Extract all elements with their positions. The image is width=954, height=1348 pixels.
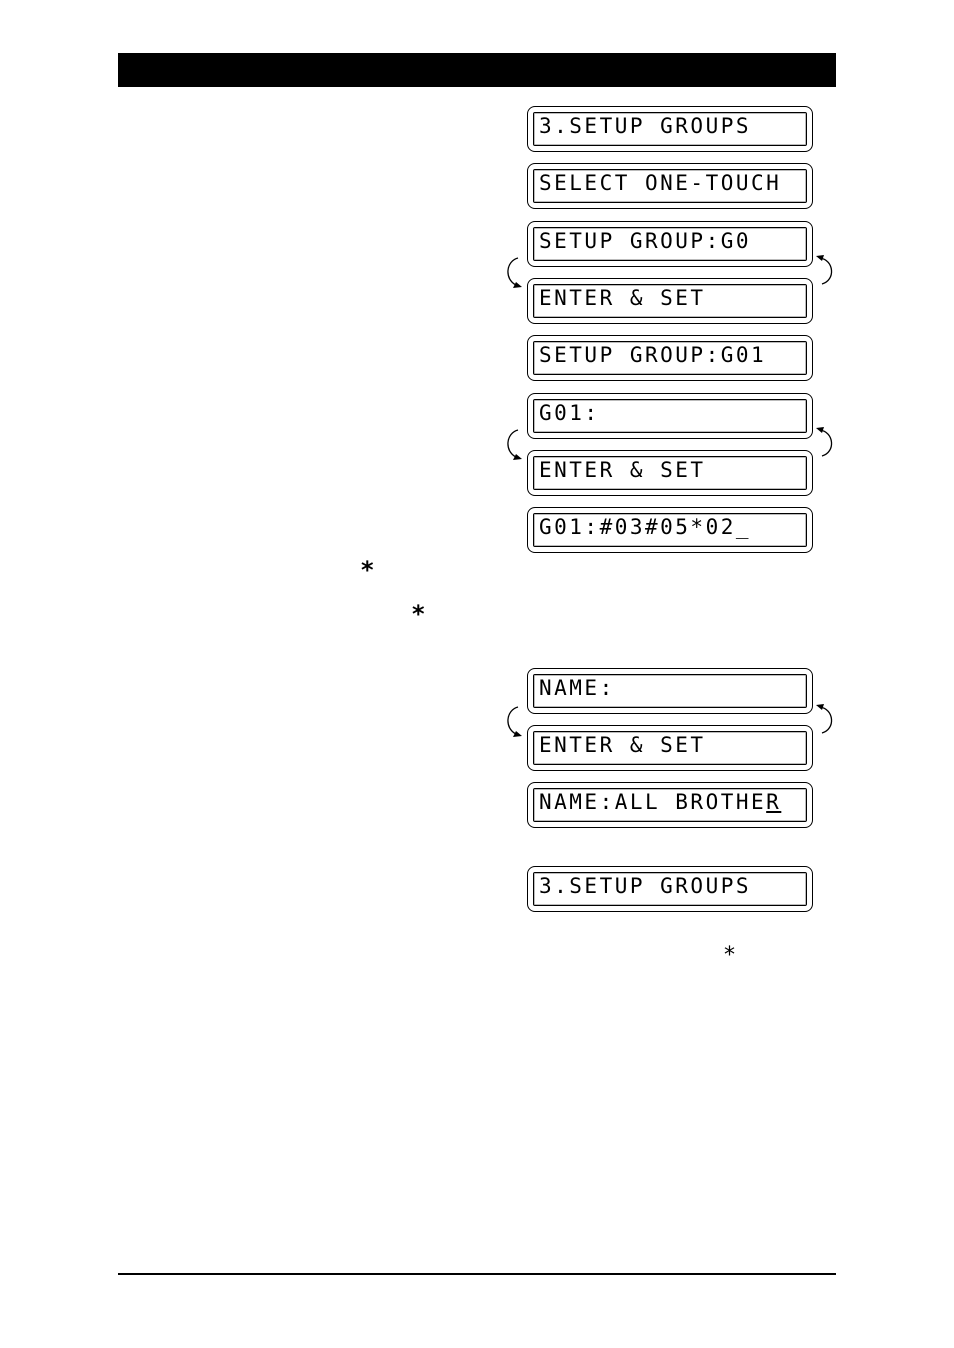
lcd-text-main: NAME:ALL BROTHE [539, 790, 767, 814]
lcd-display: G01: [527, 393, 813, 439]
lcd-text: ENTER & SET [539, 733, 706, 757]
lcd-display: ENTER & SET [527, 278, 813, 324]
alternate-loop-right-icon [816, 704, 833, 734]
lcd-text: ENTER & SET [539, 286, 706, 310]
lcd-display: SETUP GROUP:G0 [527, 221, 813, 267]
lcd-text: G01: [539, 401, 600, 425]
lcd-display: ENTER & SET [527, 725, 813, 771]
footer-rule [118, 1273, 836, 1275]
lcd-display: SETUP GROUP:G01 [527, 335, 813, 381]
alternate-loop-right-icon [816, 255, 833, 285]
lcd-display: ENTER & SET [527, 450, 813, 496]
asterisk-symbol: * [724, 943, 735, 968]
lcd-text: SELECT ONE-TOUCH [539, 171, 782, 195]
lcd-text: 3.SETUP GROUPS [539, 114, 752, 138]
alternate-loop-right-icon [816, 427, 833, 457]
lcd-text: SETUP GROUP:G01 [539, 343, 767, 367]
lcd-text: G01:#03#05*02_ [539, 515, 752, 539]
lcd-display: 3.SETUP GROUPS [527, 106, 813, 152]
alternate-loop-left-icon [507, 706, 522, 737]
lcd-text: NAME: [539, 676, 615, 700]
lcd-display: NAME:ALL BROTHER [527, 782, 813, 828]
lcd-cursor-char: R [766, 790, 782, 814]
lcd-text: 3.SETUP GROUPS [539, 874, 752, 898]
lcd-display: 3.SETUP GROUPS [527, 866, 813, 912]
asterisk-symbol: * [412, 600, 425, 628]
lcd-display: NAME: [527, 668, 813, 714]
lcd-text: ENTER & SET [539, 458, 706, 482]
lcd-display: SELECT ONE-TOUCH [527, 163, 813, 209]
alternate-loop-left-icon [507, 429, 522, 460]
alternate-loop-left-icon [507, 257, 522, 288]
lcd-text: SETUP GROUP:G0 [539, 229, 752, 253]
lcd-text: NAME:ALL BROTHER [539, 790, 781, 814]
asterisk-symbol: * [361, 556, 374, 584]
page-header-bar [118, 53, 836, 87]
lcd-display: G01:#03#05*02_ [527, 507, 813, 553]
